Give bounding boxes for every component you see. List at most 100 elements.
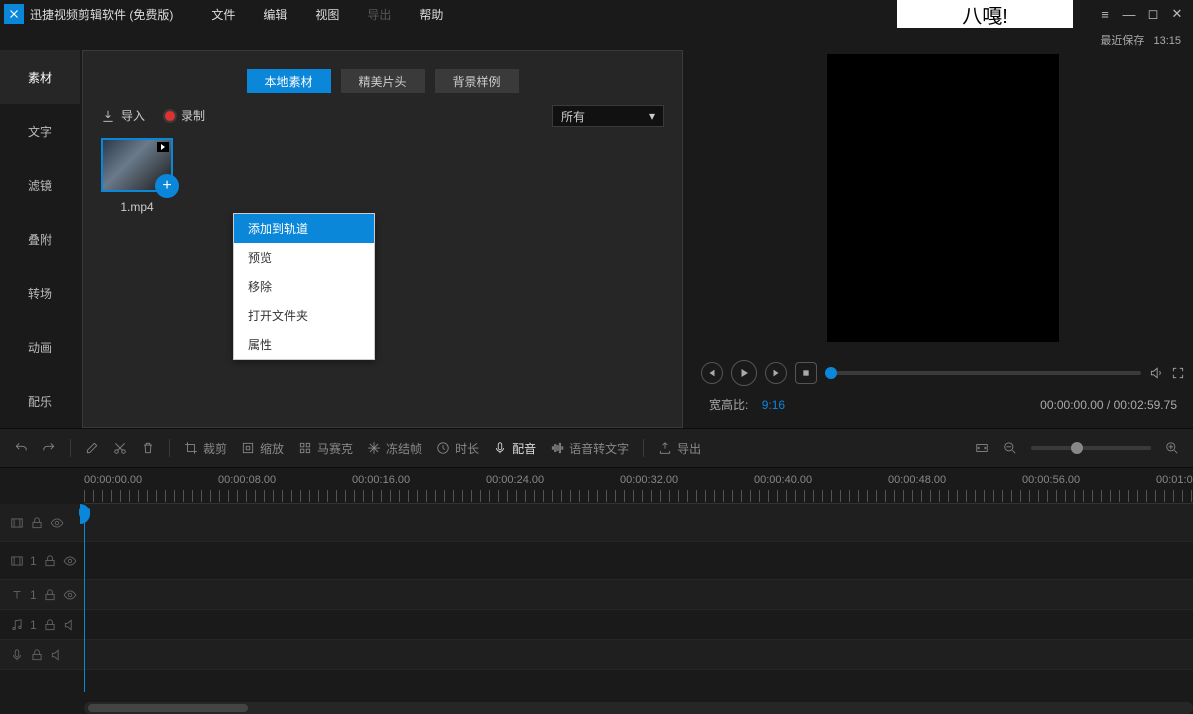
text-icon — [10, 588, 24, 602]
crop-icon — [184, 441, 198, 455]
eye-icon[interactable] — [63, 588, 77, 602]
fullscreen-icon[interactable] — [1171, 366, 1185, 380]
menu-help[interactable]: 帮助 — [405, 6, 457, 23]
export-button[interactable]: 导出 — [658, 440, 701, 457]
track-text[interactable]: 1 — [0, 580, 1193, 610]
sidebar-item-animation[interactable]: 动画 — [0, 320, 80, 374]
tab-intro[interactable]: 精美片头 — [341, 69, 425, 93]
timeline-ruler[interactable]: 00:00:00.00 00:00:08.00 00:00:16.00 00:0… — [84, 468, 1193, 504]
cm-open-folder[interactable]: 打开文件夹 — [234, 301, 374, 330]
speaker-icon[interactable] — [63, 618, 77, 632]
volume-icon[interactable] — [1149, 366, 1163, 380]
lock-icon[interactable] — [43, 618, 57, 632]
sidebar: 素材 文字 滤镜 叠附 转场 动画 配乐 — [0, 50, 80, 428]
window-controls: ≡ ― ◻ ✕ — [1093, 6, 1189, 22]
track-video-2[interactable]: 1 — [0, 542, 1193, 580]
undo-icon[interactable] — [14, 441, 28, 455]
aspect-label: 宽高比: — [709, 398, 748, 412]
import-button[interactable]: 导入 — [101, 107, 145, 124]
lock-icon[interactable] — [30, 648, 44, 662]
clock-icon — [436, 441, 450, 455]
maximize-icon[interactable]: ◻ — [1141, 6, 1165, 22]
filter-select[interactable]: 所有 ▾ — [552, 105, 664, 127]
tab-local[interactable]: 本地素材 — [247, 69, 331, 93]
play-icon — [157, 142, 169, 152]
track-voiceover[interactable] — [0, 640, 1193, 670]
crop-button[interactable]: 裁剪 — [184, 440, 227, 457]
zoom-button[interactable]: 缩放 — [241, 440, 284, 457]
film-icon — [10, 516, 24, 530]
eye-icon[interactable] — [50, 516, 64, 530]
banner-ad[interactable]: 八嘎! — [897, 0, 1073, 28]
panel-toolbar: 导入 录制 所有 ▾ — [101, 107, 664, 124]
sidebar-item-transition[interactable]: 转场 — [0, 266, 80, 320]
zoom-in-icon[interactable] — [1165, 441, 1179, 455]
app-title: 迅捷视频剪辑软件 (免费版) — [30, 6, 173, 23]
zoom-out-icon[interactable] — [1003, 441, 1017, 455]
menu-export[interactable]: 导出 — [353, 6, 405, 23]
prev-frame-button[interactable] — [701, 362, 723, 384]
minimize-icon[interactable]: ― — [1117, 7, 1141, 22]
cut-icon[interactable] — [113, 441, 127, 455]
import-icon — [101, 109, 115, 123]
track-video-main[interactable] — [0, 504, 1193, 542]
sidebar-item-music[interactable]: 配乐 — [0, 374, 80, 428]
cm-remove[interactable]: 移除 — [234, 272, 374, 301]
zoom-tool-icon — [241, 441, 255, 455]
voiceover-button[interactable]: 配音 — [493, 440, 536, 457]
record-icon — [165, 111, 175, 121]
last-saved: 最近保存 13:15 — [0, 28, 1193, 50]
speaker-icon[interactable] — [50, 648, 64, 662]
edit-icon[interactable] — [85, 441, 99, 455]
sidebar-item-material[interactable]: 素材 — [0, 50, 80, 104]
close-icon[interactable]: ✕ — [1165, 6, 1189, 22]
lock-icon[interactable] — [43, 554, 57, 568]
track-head: 1 — [0, 554, 80, 568]
redo-icon[interactable] — [42, 441, 56, 455]
media-thumb[interactable]: + 1.mp4 — [101, 138, 173, 214]
menu-edit[interactable]: 编辑 — [249, 6, 301, 23]
app-icon — [4, 4, 24, 24]
zoom-slider[interactable] — [1031, 446, 1151, 450]
lock-icon[interactable] — [43, 588, 57, 602]
eye-icon[interactable] — [63, 554, 77, 568]
timeline: 00:00:00.00 00:00:08.00 00:00:16.00 00:0… — [0, 468, 1193, 714]
record-label: 录制 — [181, 107, 205, 124]
ruler-tick: 00:00:16.00 — [352, 474, 410, 486]
fit-icon[interactable] — [975, 441, 989, 455]
scrollbar-thumb[interactable] — [88, 704, 248, 712]
sidebar-item-filter[interactable]: 滤镜 — [0, 158, 80, 212]
freeze-button[interactable]: 冻结帧 — [367, 440, 422, 457]
speech-to-text-button[interactable]: 语音转文字 — [550, 440, 629, 457]
tab-background[interactable]: 背景样例 — [435, 69, 519, 93]
more-icon[interactable]: ≡ — [1093, 7, 1117, 22]
progress-bar[interactable] — [825, 371, 1141, 375]
zoom-knob[interactable] — [1071, 442, 1083, 454]
next-frame-button[interactable] — [765, 362, 787, 384]
track-number: 1 — [30, 618, 37, 632]
mosaic-button[interactable]: 马赛克 — [298, 440, 353, 457]
menu-view[interactable]: 视图 — [301, 6, 353, 23]
record-button[interactable]: 录制 — [165, 107, 205, 124]
sidebar-item-overlay[interactable]: 叠附 — [0, 212, 80, 266]
ruler-tick: 00:00:08.00 — [218, 474, 276, 486]
cm-preview[interactable]: 预览 — [234, 243, 374, 272]
delete-icon[interactable] — [141, 441, 155, 455]
lock-icon[interactable] — [30, 516, 44, 530]
time-display: 00:00:00.00 / 00:02:59.75 — [1040, 398, 1177, 412]
cm-add-to-track[interactable]: 添加到轨道 — [234, 214, 374, 243]
menu-file[interactable]: 文件 — [197, 6, 249, 23]
aspect-row: 宽高比: 9:16 00:00:00.00 / 00:02:59.75 — [693, 386, 1193, 413]
playhead[interactable] — [84, 508, 85, 692]
stop-button[interactable] — [795, 362, 817, 384]
play-button[interactable] — [731, 360, 757, 386]
sidebar-item-text[interactable]: 文字 — [0, 104, 80, 158]
add-icon[interactable]: + — [155, 174, 179, 198]
cm-properties[interactable]: 属性 — [234, 330, 374, 359]
track-audio[interactable]: 1 — [0, 610, 1193, 640]
timeline-scrollbar[interactable] — [84, 702, 1193, 714]
duration-button[interactable]: 时长 — [436, 440, 479, 457]
progress-knob[interactable] — [825, 367, 837, 379]
ruler-tick: 00:00:56.00 — [1022, 474, 1080, 486]
aspect-value[interactable]: 9:16 — [762, 398, 785, 412]
